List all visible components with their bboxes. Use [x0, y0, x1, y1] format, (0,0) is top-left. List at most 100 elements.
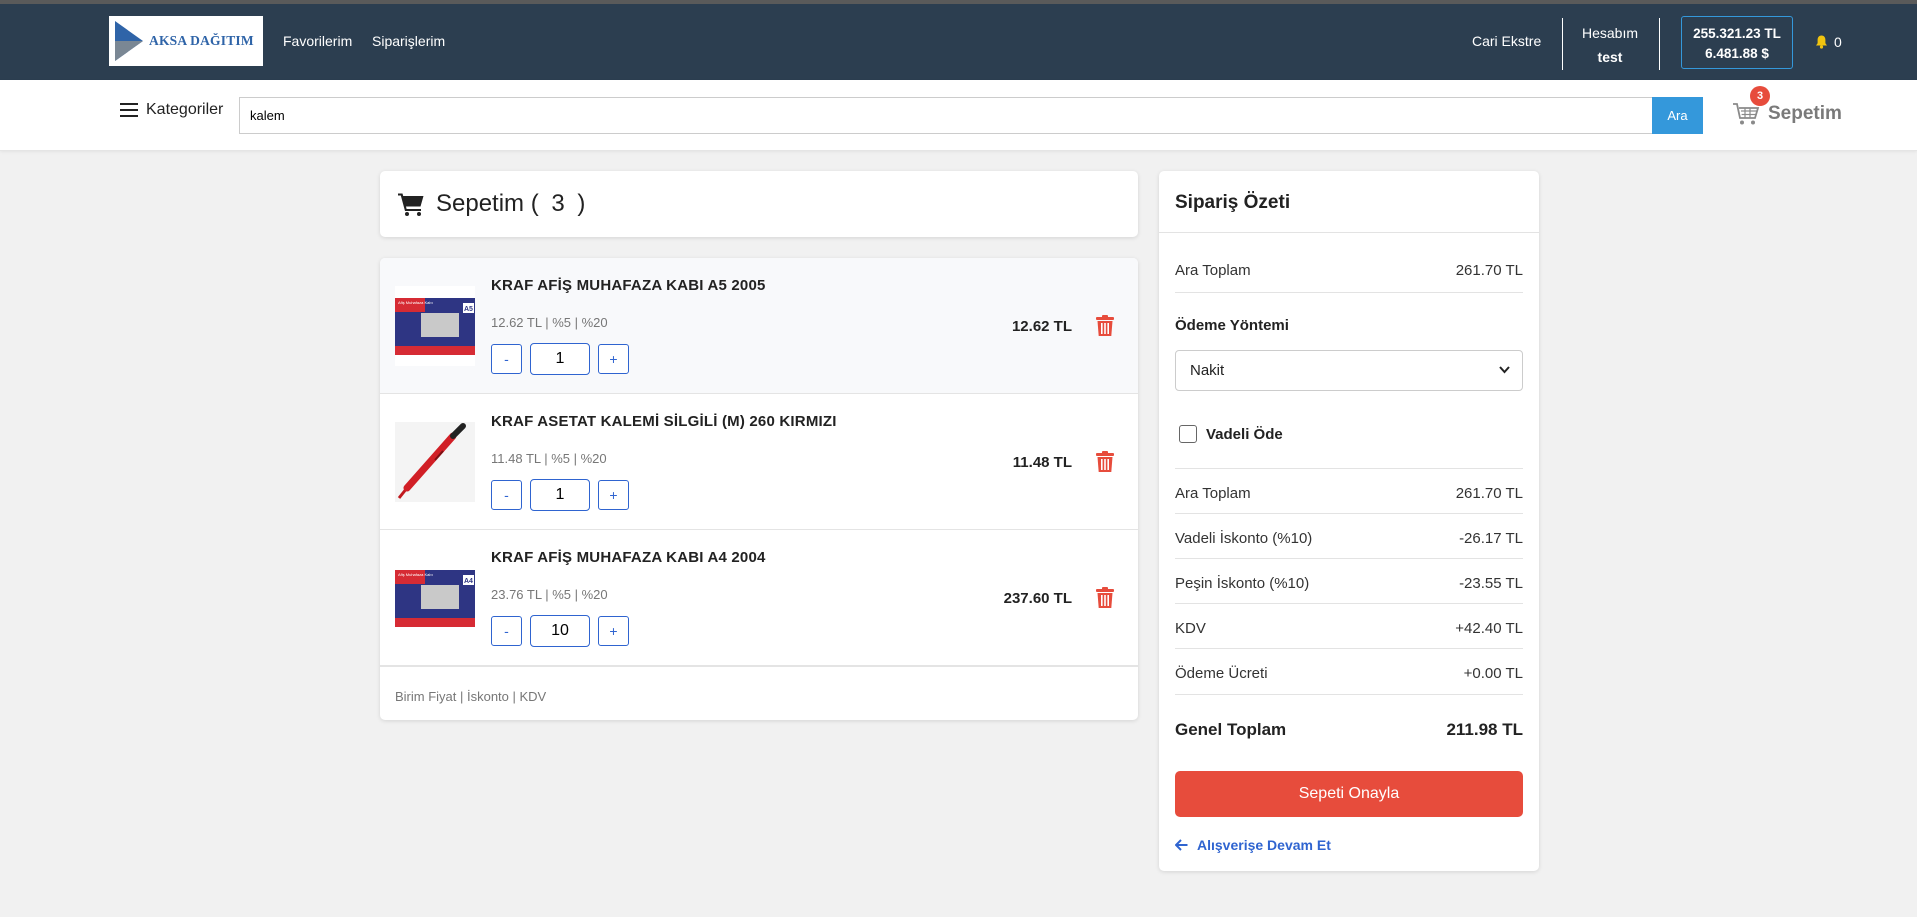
product-details: 23.76 TL | %5 | %20: [491, 587, 608, 602]
nav-account-statement[interactable]: Cari Ekstre: [1472, 33, 1541, 49]
categories-button[interactable]: Kategoriler: [120, 101, 223, 119]
product-image-text: Afiş Muhafaza Kabı: [398, 572, 433, 577]
quantity-increase-button[interactable]: +: [598, 616, 629, 646]
quantity-input[interactable]: 10: [530, 615, 590, 647]
trash-icon[interactable]: [1095, 587, 1115, 609]
search-input[interactable]: [239, 97, 1653, 134]
balance-box: 255.321.23 TL 6.481.88 $: [1681, 16, 1793, 69]
summary-row-label: Ödeme Ücreti: [1175, 665, 1268, 682]
cart-items: Afiş Muhafaza Kabı A5 KRAF AFİŞ MUHAFAZA…: [380, 258, 1138, 720]
summary-row-value: 261.70 TL: [1455, 485, 1523, 502]
product-image[interactable]: Afiş Muhafaza Kabı A4: [395, 558, 475, 638]
bell-icon: [1816, 35, 1827, 49]
cart-count-badge: 3: [1750, 86, 1770, 106]
cart-title-text: Sepetim: [436, 190, 525, 217]
summary-row-value: -26.17 TL: [1459, 530, 1523, 547]
product-image[interactable]: Afiş Muhafaza Kabı A5: [395, 286, 475, 366]
product-details: 11.48 TL | %5 | %20: [491, 451, 607, 466]
logo[interactable]: AKSA DAĞITIM: [109, 16, 263, 66]
payment-method-select[interactable]: Nakit: [1175, 350, 1523, 391]
balance-usd: 6.481.88 $: [1705, 46, 1769, 61]
logo-text: AKSA DAĞITIM: [149, 33, 254, 48]
categories-label: Kategoriler: [146, 101, 224, 118]
product-name[interactable]: KRAF AFİŞ MUHAFAZA KABI A4 2004: [491, 549, 766, 566]
notifications[interactable]: 0: [1815, 34, 1842, 50]
item-total: 12.62 TL: [1011, 318, 1072, 335]
account-label: Hesabım: [1581, 25, 1639, 41]
divider: [1175, 558, 1523, 559]
continue-shopping-label: Alışverişe Devam Et: [1197, 837, 1331, 853]
navbar: AKSA DAĞITIM Favorilerim Siparişlerim Ca…: [0, 4, 1917, 80]
quantity-decrease-button[interactable]: -: [491, 616, 522, 646]
trash-icon[interactable]: [1095, 451, 1115, 473]
product-details: 12.62 TL | %5 | %20: [491, 315, 608, 330]
divider: [1175, 603, 1523, 604]
summary-title: Sipariş Özeti: [1175, 192, 1291, 213]
summary-row-value: +42.40 TL: [1455, 620, 1523, 637]
summary-row-label: Peşin İskonto (%10): [1175, 575, 1310, 592]
nav-favorites[interactable]: Favorilerim: [283, 33, 352, 49]
cart-count-close: ): [577, 190, 586, 217]
product-image-text: Afiş Muhafaza Kabı: [398, 300, 433, 305]
deferred-payment-label[interactable]: Vadeli Öde: [1206, 426, 1283, 443]
product-name[interactable]: KRAF ASETAT KALEMİ SİLGİLİ (M) 260 KIRMI…: [491, 413, 837, 430]
summary-row-value: -23.55 TL: [1459, 575, 1523, 592]
quantity-increase-button[interactable]: +: [598, 344, 629, 374]
header-cart-label: Sepetim: [1768, 103, 1842, 124]
summary-row-label: KDV: [1175, 620, 1206, 637]
payment-method-label: Ödeme Yöntemi: [1175, 317, 1289, 334]
item-total: 237.60 TL: [1003, 590, 1072, 607]
quantity-decrease-button[interactable]: -: [491, 344, 522, 374]
divider: [1175, 513, 1523, 514]
product-image[interactable]: [395, 422, 475, 502]
search-button[interactable]: Ara: [1652, 97, 1703, 134]
quantity-input[interactable]: 1: [530, 479, 590, 511]
summary-row-value: +0.00 TL: [1463, 665, 1523, 682]
divider: [1175, 694, 1523, 695]
product-size-text: A5: [464, 306, 473, 313]
nav-divider: [1562, 18, 1563, 70]
nav-divider: [1659, 18, 1660, 70]
payment-method-value: Nakit: [1190, 362, 1225, 379]
divider: [380, 666, 1138, 667]
nav-account[interactable]: Hesabım test: [1575, 21, 1645, 69]
grand-total-value: 211.98 TL: [1446, 720, 1523, 739]
product-size-text: A4: [464, 578, 473, 585]
account-user: test: [1597, 49, 1623, 65]
logo-triangle-icon: [115, 21, 143, 61]
hamburger-icon: [120, 103, 138, 117]
cart-icon: [398, 193, 424, 216]
arrow-left-icon: [1175, 839, 1188, 851]
summary-row-label: Vadeli İskonto (%10): [1175, 530, 1313, 547]
cart-item: Afiş Muhafaza Kabı A5 KRAF AFİŞ MUHAFAZA…: [380, 258, 1138, 394]
order-summary: Sipariş Özeti Ara Toplam 261.70 TL Ödeme…: [1159, 171, 1539, 871]
grand-total-label: Genel Toplam: [1175, 720, 1287, 739]
product-name[interactable]: KRAF AFİŞ MUHAFAZA KABI A5 2005: [491, 277, 766, 294]
balance-tl: 255.321.23 TL: [1693, 26, 1781, 41]
trash-icon[interactable]: [1095, 315, 1115, 337]
continue-shopping-link[interactable]: Alışverişe Devam Et: [1175, 837, 1331, 853]
cart-count: 3: [551, 190, 565, 217]
divider: [1175, 468, 1523, 469]
divider: [1159, 232, 1539, 233]
cart-header: Sepetim ( 3 ): [380, 171, 1138, 237]
header-cart-link[interactable]: Sepetim: [1732, 101, 1842, 127]
divider: [1175, 292, 1523, 293]
divider: [1175, 648, 1523, 649]
quantity-decrease-button[interactable]: -: [491, 480, 522, 510]
deferred-payment-checkbox[interactable]: [1179, 425, 1197, 443]
nav-orders[interactable]: Siparişlerim: [372, 33, 445, 49]
quantity-increase-button[interactable]: +: [598, 480, 629, 510]
item-total: 11.48 TL: [1012, 454, 1072, 471]
chevron-down-icon: [1499, 366, 1510, 374]
summary-subtotal-value: 261.70 TL: [1455, 262, 1523, 279]
cart-item: KRAF ASETAT KALEMİ SİLGİLİ (M) 260 KIRMI…: [380, 394, 1138, 530]
notification-count: 0: [1834, 34, 1842, 50]
summary-row-label: Ara Toplam: [1175, 485, 1251, 502]
summary-subtotal-label: Ara Toplam: [1175, 262, 1251, 279]
confirm-cart-button[interactable]: Sepeti Onayla: [1175, 771, 1523, 817]
quantity-input[interactable]: 1: [530, 343, 590, 375]
cart-item: Afiş Muhafaza Kabı A4 KRAF AFİŞ MUHAFAZA…: [380, 530, 1138, 666]
search-bar: Kategoriler Ara Sepetim: [0, 80, 1917, 151]
cart-legend: Birim Fiyat | İskonto | KDV: [395, 689, 547, 704]
